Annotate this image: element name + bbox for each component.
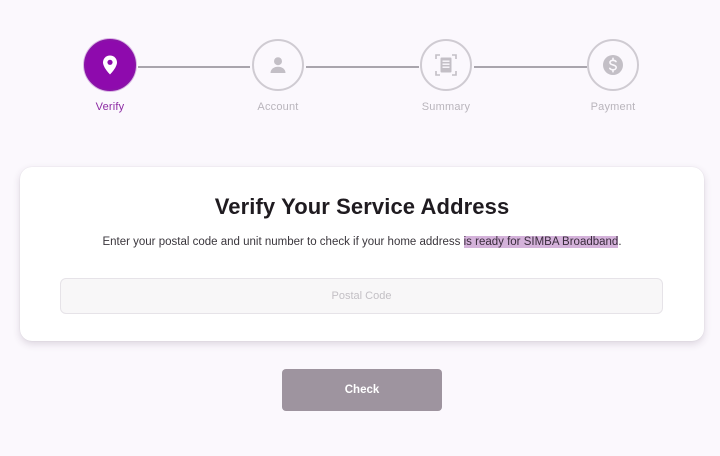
step-label: Verify (95, 101, 125, 113)
user-icon (270, 57, 286, 73)
progress-stepper: Verify Account Summary Payment (0, 0, 720, 130)
location-pin-icon (103, 55, 117, 75)
card-description: Enter your postal code and unit number t… (20, 236, 704, 248)
check-button[interactable]: Check (282, 369, 442, 411)
step-label: Payment (590, 101, 636, 113)
step-payment[interactable]: Payment (553, 39, 673, 113)
step-label: Summary (421, 101, 471, 113)
description-highlight: is ready for SIMBA Broadband (463, 236, 619, 248)
step-circle (84, 39, 136, 91)
dollar-icon (603, 55, 623, 75)
step-circle (587, 39, 639, 91)
description-text: Enter your postal code and unit number t… (102, 236, 464, 248)
page-title: Verify Your Service Address (214, 194, 510, 219)
postal-code-input[interactable] (60, 278, 663, 314)
step-circle (252, 39, 304, 91)
step-label: Account (257, 101, 299, 113)
step-circle (420, 39, 472, 91)
step-account[interactable]: Account (218, 39, 338, 113)
description-text-end: . (618, 236, 622, 248)
step-summary[interactable]: Summary (386, 39, 506, 113)
address-verification-card: Verify Your Service Address Enter your p… (20, 167, 704, 341)
step-verify[interactable]: Verify (50, 39, 170, 113)
document-icon (435, 54, 457, 76)
